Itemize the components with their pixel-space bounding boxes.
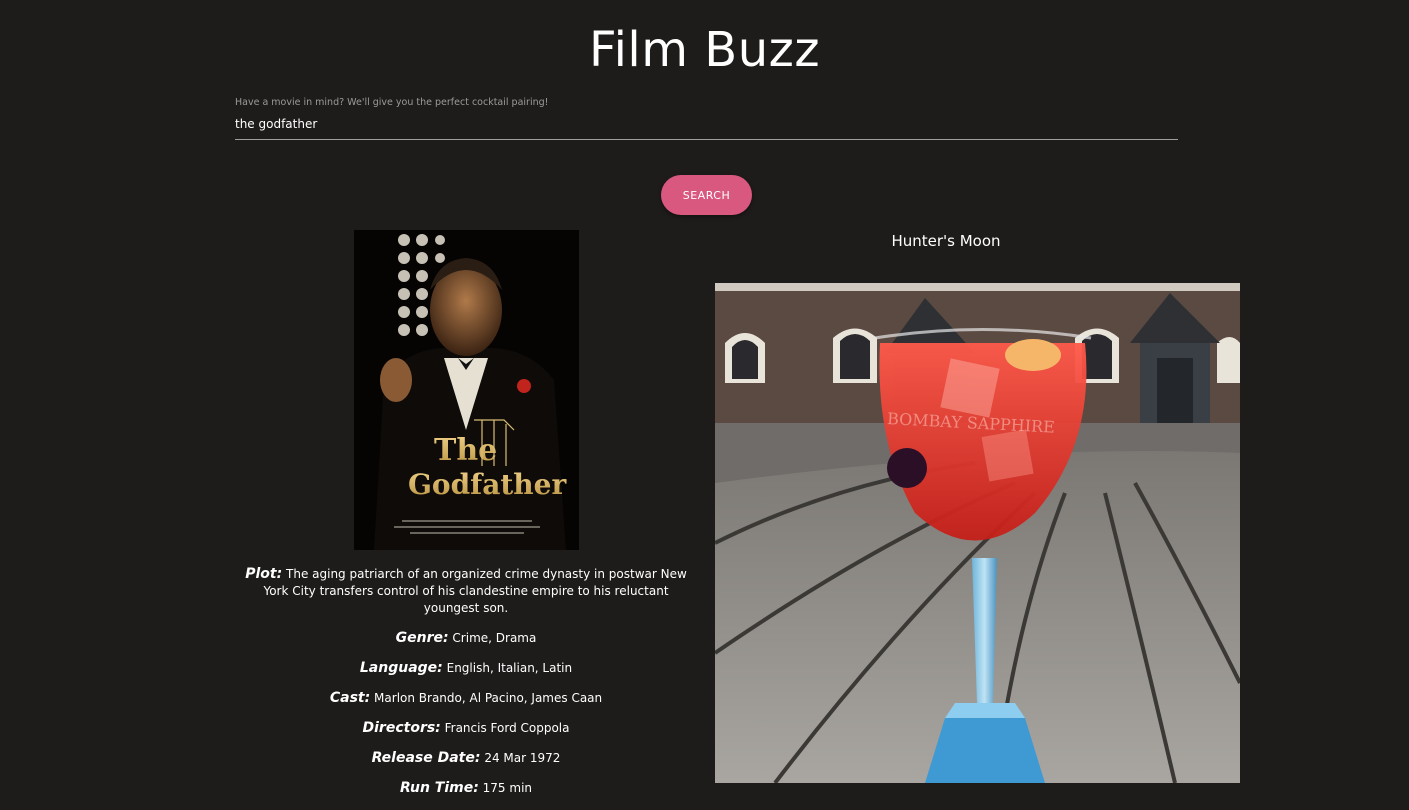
movie-poster: The Godfather [354,230,579,550]
release-row: Release Date: 24 Mar 1972 [236,750,696,767]
directors-row: Directors: Francis Ford Coppola [236,720,696,737]
genre-row: Genre: Crime, Drama [236,630,696,647]
cast-label: Cast: [329,690,371,706]
poster-title-line1: The [434,433,497,468]
directors-label: Directors: [362,720,441,736]
cocktail-image: BOMBAY SAPPHIRE [715,283,1240,783]
release-value: 24 Mar 1972 [484,751,561,765]
movie-details: Plot: The aging patriarch of an organize… [236,566,696,810]
search-label: Have a movie in mind? We'll give you the… [235,97,549,108]
plot-label: Plot: [245,566,283,582]
language-row: Language: English, Italian, Latin [236,660,696,677]
language-value: English, Italian, Latin [446,661,573,675]
release-label: Release Date: [371,750,481,766]
search-section: Have a movie in mind? We'll give you the… [235,97,1178,140]
directors-value: Francis Ford Coppola [444,721,570,735]
cocktail-name: Hunter's Moon [891,232,1001,250]
search-input[interactable] [235,117,1178,140]
poster-title-line2: Godfather [408,468,567,501]
app-title: Film Buzz [588,22,821,78]
search-button[interactable]: SEARCH [661,175,752,215]
language-label: Language: [359,660,443,676]
plot-row: Plot: The aging patriarch of an organize… [236,566,696,617]
genre-label: Genre: [395,630,449,646]
runtime-value: 175 min [482,781,533,795]
runtime-label: Run Time: [399,780,479,796]
cast-row: Cast: Marlon Brando, Al Pacino, James Ca… [236,690,696,707]
cast-value: Marlon Brando, Al Pacino, James Caan [374,691,603,705]
plot-value: The aging patriarch of an organized crim… [263,567,687,615]
genre-value: Crime, Drama [452,631,537,645]
